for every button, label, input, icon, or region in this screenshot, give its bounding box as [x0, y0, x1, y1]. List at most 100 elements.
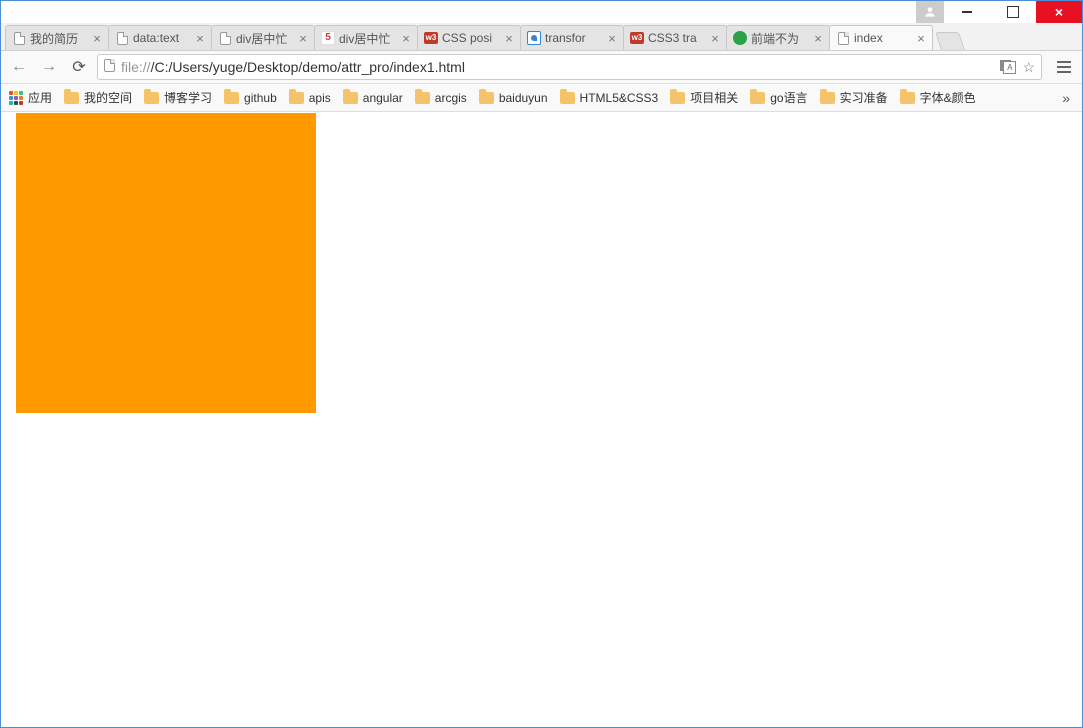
- apps-button[interactable]: 应用: [9, 89, 52, 106]
- address-bar[interactable]: file:///C:/Users/yuge/Desktop/demo/attr_…: [97, 54, 1042, 80]
- apps-label: 应用: [28, 89, 52, 106]
- bookmark-folder-5[interactable]: arcgis: [415, 91, 467, 105]
- bookmark-label: 我的空间: [84, 89, 132, 106]
- page-favicon: [115, 31, 129, 45]
- browser-toolbar: ← → ⟳ file:///C:/Users/yuge/Desktop/demo…: [1, 51, 1082, 84]
- tab-title: div居中忙: [236, 30, 296, 47]
- bookmark-label: go语言: [770, 89, 807, 106]
- folder-icon: [415, 92, 430, 104]
- bookmark-label: 博客学习: [164, 89, 212, 106]
- reload-icon: ⟳: [72, 57, 85, 77]
- folder-icon: [64, 92, 79, 104]
- tab-title: transfor: [545, 31, 605, 45]
- page-favicon: [12, 31, 26, 45]
- tab-close-icon[interactable]: ×: [502, 32, 516, 45]
- bookmarks-bar: 应用 我的空间 博客学习 github apis angular arcgis baiduy…: [1, 84, 1082, 112]
- bookmark-label: HTML5&CSS3: [580, 91, 659, 105]
- folder-icon: [224, 92, 239, 104]
- tab-title: CSS3 tra: [648, 31, 708, 45]
- tab-close-icon[interactable]: ×: [296, 32, 310, 45]
- w3-favicon: w3: [424, 31, 438, 45]
- baidu-favicon: [527, 31, 541, 45]
- bookmark-label: 项目相关: [690, 89, 738, 106]
- new-tab-button[interactable]: [935, 32, 965, 50]
- tab-title: div居中忙: [339, 30, 399, 47]
- tab-7[interactable]: 前端不为×: [726, 25, 830, 50]
- orange-box: [16, 113, 316, 413]
- bookmark-folder-2[interactable]: github: [224, 91, 277, 105]
- tab-strip: 我的简历×data:text×div居中忙×5div居中忙×w3CSS posi…: [1, 23, 1082, 51]
- folder-icon: [343, 92, 358, 104]
- tab-close-icon[interactable]: ×: [399, 32, 413, 45]
- tab-8[interactable]: index×: [829, 25, 933, 50]
- bookmark-folder-3[interactable]: apis: [289, 91, 331, 105]
- bookmark-label: 字体&颜色: [920, 89, 976, 106]
- tab-3[interactable]: 5 div居中忙×: [314, 25, 418, 50]
- window-minimize-button[interactable]: [944, 1, 990, 23]
- tab-5[interactable]: transfor×: [520, 25, 624, 50]
- folder-icon: [750, 92, 765, 104]
- bookmark-folder-1[interactable]: 博客学习: [144, 89, 212, 106]
- wechat-favicon: [733, 31, 747, 45]
- folder-icon: [900, 92, 915, 104]
- bookmark-folder-11[interactable]: 字体&颜色: [900, 89, 976, 106]
- nav-reload-button[interactable]: ⟳: [67, 55, 91, 79]
- translate-icon[interactable]: [1000, 60, 1016, 74]
- w3-favicon: w3: [630, 31, 644, 45]
- window-titlebar: ×: [1, 1, 1082, 23]
- nav-back-button[interactable]: ←: [7, 55, 31, 79]
- tab-title: CSS posi: [442, 31, 502, 45]
- tab-close-icon[interactable]: ×: [914, 32, 928, 45]
- tab-title: data:text: [133, 31, 193, 45]
- nav-forward-button[interactable]: →: [37, 55, 61, 79]
- tab-close-icon[interactable]: ×: [811, 32, 825, 45]
- folder-icon: [479, 92, 494, 104]
- bookmark-folder-8[interactable]: 项目相关: [670, 89, 738, 106]
- window-maximize-button[interactable]: [990, 1, 1036, 23]
- bookmark-label: arcgis: [435, 91, 467, 105]
- folder-icon: [820, 92, 835, 104]
- arrow-right-icon: →: [41, 58, 57, 76]
- tab-close-icon[interactable]: ×: [605, 32, 619, 45]
- folder-icon: [560, 92, 575, 104]
- chrome-menu-button[interactable]: [1052, 55, 1076, 79]
- tab-close-icon[interactable]: ×: [193, 32, 207, 45]
- tab-1[interactable]: data:text×: [108, 25, 212, 50]
- bookmark-label: baiduyun: [499, 91, 548, 105]
- page-viewport: [2, 113, 1081, 726]
- tab-title: 前端不为: [751, 30, 811, 47]
- folder-icon: [289, 92, 304, 104]
- window-close-button[interactable]: ×: [1036, 1, 1082, 23]
- bookmark-folder-7[interactable]: HTML5&CSS3: [560, 91, 659, 105]
- bookmarks-overflow-button[interactable]: »: [1058, 90, 1074, 106]
- folder-icon: [670, 92, 685, 104]
- bookmark-star-icon[interactable]: ☆: [1022, 59, 1035, 76]
- page-body: [2, 113, 1081, 413]
- bookmark-label: github: [244, 91, 277, 105]
- five-favicon: 5: [321, 31, 335, 45]
- apps-icon: [9, 91, 23, 105]
- page-favicon: [836, 31, 850, 45]
- tab-2[interactable]: div居中忙×: [211, 25, 315, 50]
- bookmark-label: angular: [363, 91, 403, 105]
- tab-close-icon[interactable]: ×: [90, 32, 104, 45]
- tab-close-icon[interactable]: ×: [708, 32, 722, 45]
- tab-title: 我的简历: [30, 30, 90, 47]
- page-favicon: [218, 31, 232, 45]
- bookmark-folder-4[interactable]: angular: [343, 91, 403, 105]
- bookmark-label: 实习准备: [840, 89, 888, 106]
- tab-title: index: [854, 31, 914, 45]
- bookmark-folder-0[interactable]: 我的空间: [64, 89, 132, 106]
- person-icon: [923, 5, 937, 19]
- tab-6[interactable]: w3 CSS3 tra×: [623, 25, 727, 50]
- bookmark-folder-6[interactable]: baiduyun: [479, 91, 548, 105]
- page-icon: [104, 59, 115, 75]
- bookmark-folder-9[interactable]: go语言: [750, 89, 807, 106]
- bookmark-label: apis: [309, 91, 331, 105]
- user-profile-button[interactable]: [916, 1, 944, 23]
- url-text: file:///C:/Users/yuge/Desktop/demo/attr_…: [121, 59, 1000, 75]
- bookmark-folder-10[interactable]: 实习准备: [820, 89, 888, 106]
- tab-4[interactable]: w3 CSS posi×: [417, 25, 521, 50]
- tab-0[interactable]: 我的简历×: [5, 25, 109, 50]
- arrow-left-icon: ←: [11, 58, 27, 76]
